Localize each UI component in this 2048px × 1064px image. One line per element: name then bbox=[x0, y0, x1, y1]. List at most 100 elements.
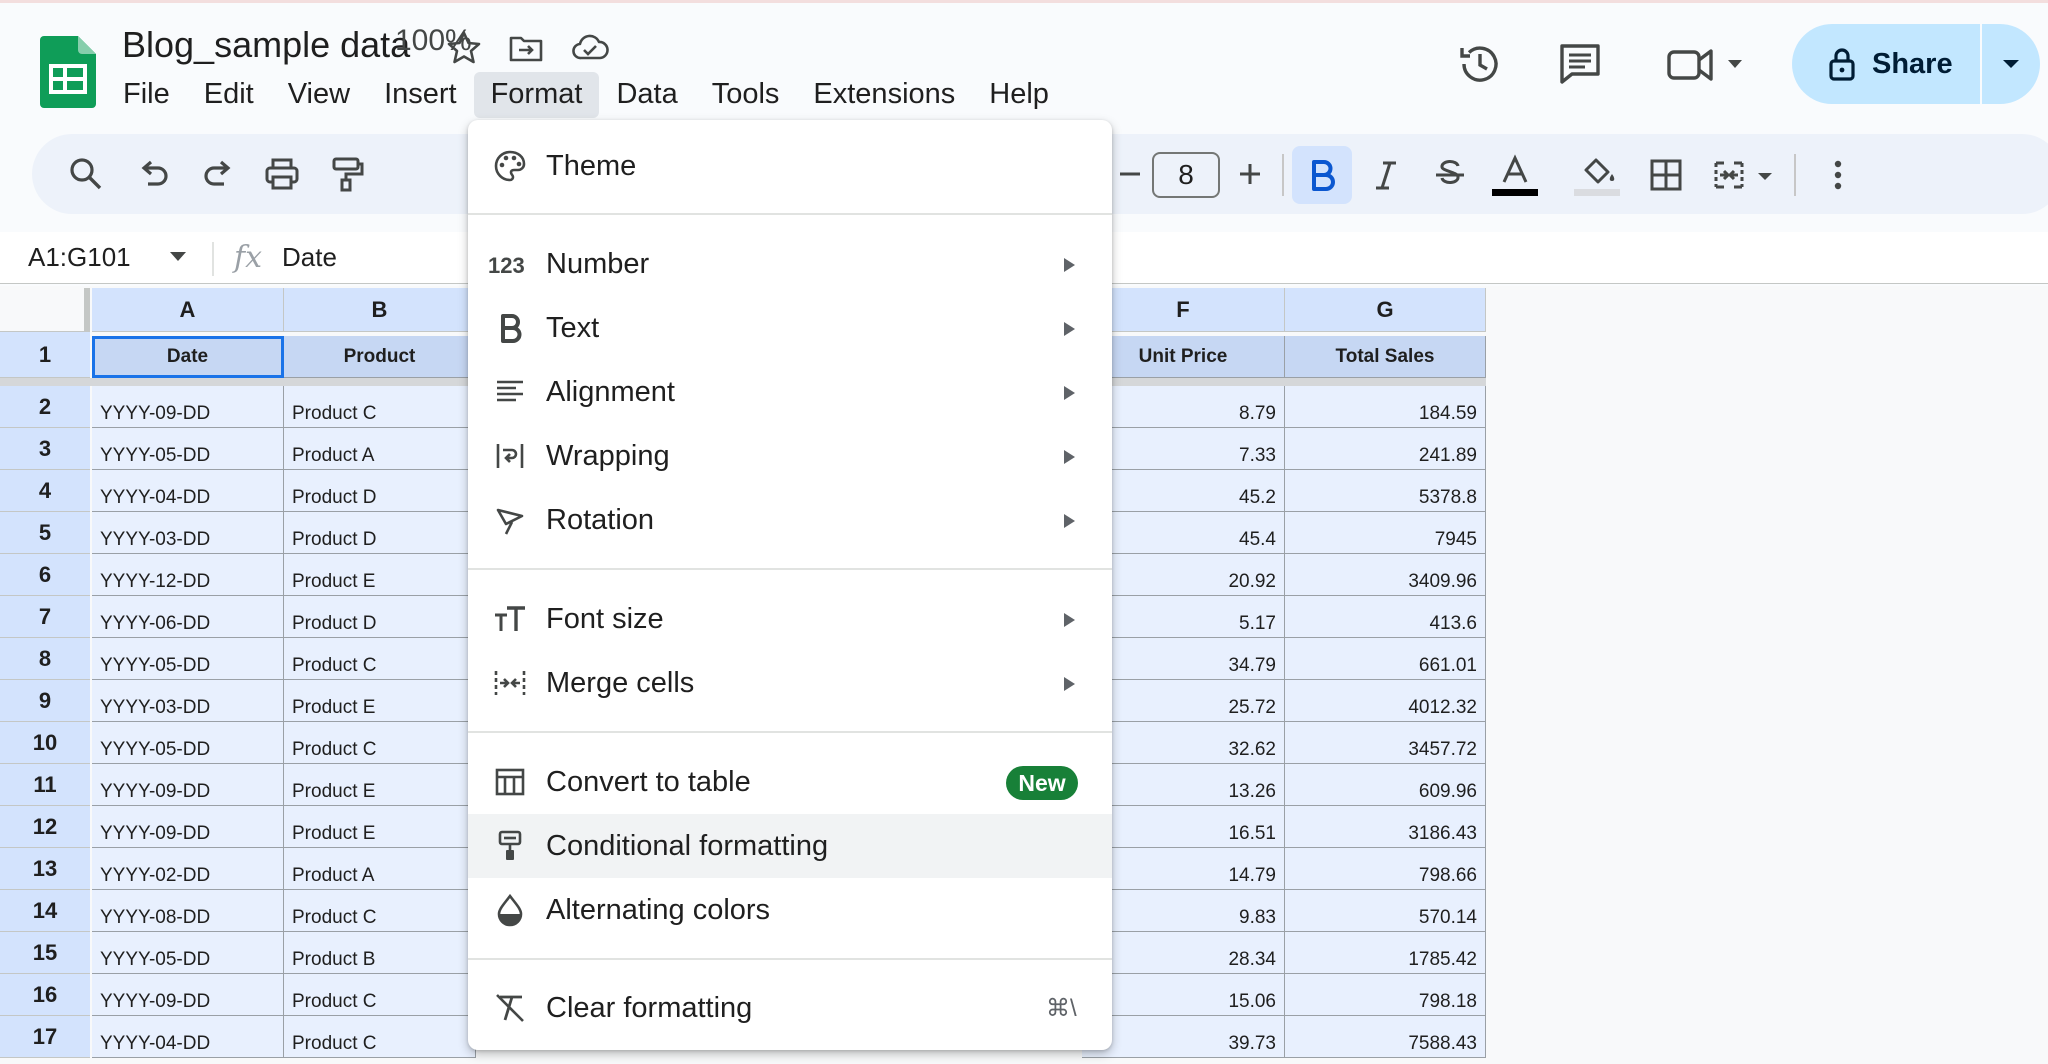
row-header[interactable]: 12 bbox=[0, 806, 90, 848]
cell-product[interactable]: Product E bbox=[284, 680, 476, 722]
cell-date[interactable]: YYYY-03-DD bbox=[92, 512, 284, 554]
row-header[interactable]: 11 bbox=[0, 764, 90, 806]
cell-product[interactable]: Product B bbox=[284, 932, 476, 974]
cell-date[interactable]: YYYY-04-DD bbox=[92, 1016, 284, 1058]
borders-icon[interactable] bbox=[1646, 155, 1686, 195]
row-header[interactable]: 2 bbox=[0, 386, 90, 428]
cell-date[interactable]: YYYY-09-DD bbox=[92, 764, 284, 806]
cell-unit-price[interactable]: 20.92 bbox=[1082, 554, 1285, 596]
row-header[interactable]: 10 bbox=[0, 722, 90, 764]
cell-product[interactable]: Product E bbox=[284, 806, 476, 848]
cell-total-sales[interactable]: 7945 bbox=[1285, 512, 1486, 554]
cell-date[interactable]: YYYY-09-DD bbox=[92, 386, 284, 428]
cell-total-sales[interactable]: 7588.43 bbox=[1285, 1016, 1486, 1058]
paint-format-icon[interactable] bbox=[326, 154, 366, 194]
cell-date[interactable]: YYYY-09-DD bbox=[92, 974, 284, 1016]
name-box-dropdown-icon[interactable] bbox=[170, 252, 186, 261]
menu-item-theme[interactable]: Theme bbox=[468, 134, 1112, 198]
menu-item-wrapping[interactable]: Wrapping bbox=[468, 424, 1112, 488]
search-icon[interactable] bbox=[66, 154, 106, 194]
undo-icon[interactable] bbox=[134, 154, 174, 194]
menu-item-conditional-formatting[interactable]: Conditional formatting bbox=[468, 814, 1112, 878]
cell-product[interactable]: Product A bbox=[284, 428, 476, 470]
row-header[interactable]: 5 bbox=[0, 512, 90, 554]
row-header[interactable]: 4 bbox=[0, 470, 90, 512]
row-header-1[interactable]: 1 bbox=[0, 332, 90, 378]
more-icon[interactable] bbox=[1818, 155, 1858, 195]
cell-unit-price[interactable]: 28.34 bbox=[1082, 932, 1285, 974]
font-size-input[interactable]: 8 bbox=[1152, 152, 1220, 198]
row-header[interactable]: 7 bbox=[0, 596, 90, 638]
cell-total-sales[interactable]: 184.59 bbox=[1285, 386, 1486, 428]
cell-product[interactable]: Product C bbox=[284, 890, 476, 932]
menu-item-font-size[interactable]: Font size bbox=[468, 587, 1112, 651]
redo-icon[interactable] bbox=[198, 154, 238, 194]
cell-product[interactable]: Product C bbox=[284, 638, 476, 680]
column-header-a[interactable]: A bbox=[92, 288, 284, 332]
header-cell-unit-price[interactable]: Unit Price bbox=[1082, 336, 1285, 378]
cell-unit-price[interactable]: 9.83 bbox=[1082, 890, 1285, 932]
italic-icon[interactable] bbox=[1366, 155, 1406, 195]
cell-total-sales[interactable]: 413.6 bbox=[1285, 596, 1486, 638]
menu-item-number[interactable]: 123 Number bbox=[468, 232, 1112, 296]
cell-unit-price[interactable]: 32.62 bbox=[1082, 722, 1285, 764]
cell-date[interactable]: YYYY-12-DD bbox=[92, 554, 284, 596]
menu-tools[interactable]: Tools bbox=[695, 72, 797, 118]
cell-total-sales[interactable]: 661.01 bbox=[1285, 638, 1486, 680]
increase-font-icon[interactable] bbox=[1230, 154, 1270, 194]
cell-total-sales[interactable]: 241.89 bbox=[1285, 428, 1486, 470]
menu-item-text[interactable]: Text bbox=[468, 296, 1112, 360]
cell-total-sales[interactable]: 3409.96 bbox=[1285, 554, 1486, 596]
cell-product[interactable]: Product E bbox=[284, 554, 476, 596]
cell-product[interactable]: Product E bbox=[284, 764, 476, 806]
cell-total-sales[interactable]: 3457.72 bbox=[1285, 722, 1486, 764]
cell-date[interactable]: YYYY-08-DD bbox=[92, 890, 284, 932]
column-header-f[interactable]: F bbox=[1082, 288, 1285, 332]
zoom-select[interactable]: 100% bbox=[395, 24, 472, 58]
cell-unit-price[interactable]: 13.26 bbox=[1082, 764, 1285, 806]
cell-total-sales[interactable]: 3186.43 bbox=[1285, 806, 1486, 848]
menu-extensions[interactable]: Extensions bbox=[796, 72, 972, 118]
share-button[interactable]: Share bbox=[1792, 24, 1980, 104]
name-box[interactable]: A1:G101 bbox=[28, 242, 131, 273]
row-header[interactable]: 6 bbox=[0, 554, 90, 596]
menu-format[interactable]: Format bbox=[473, 72, 600, 118]
move-folder-icon[interactable] bbox=[506, 28, 546, 68]
cell-unit-price[interactable]: 25.72 bbox=[1082, 680, 1285, 722]
formula-input[interactable]: Date bbox=[282, 242, 337, 273]
version-history-icon[interactable] bbox=[1454, 38, 1506, 90]
row-header[interactable]: 14 bbox=[0, 890, 90, 932]
cell-total-sales[interactable]: 1785.42 bbox=[1285, 932, 1486, 974]
row-header[interactable]: 16 bbox=[0, 974, 90, 1016]
cell-unit-price[interactable]: 34.79 bbox=[1082, 638, 1285, 680]
menu-item-merge-cells[interactable]: Merge cells bbox=[468, 651, 1112, 715]
cell-date[interactable]: YYYY-05-DD bbox=[92, 722, 284, 764]
menu-file[interactable]: File bbox=[106, 72, 187, 118]
cell-unit-price[interactable]: 5.17 bbox=[1082, 596, 1285, 638]
cell-unit-price[interactable]: 45.4 bbox=[1082, 512, 1285, 554]
meet-video-icon[interactable] bbox=[1664, 38, 1748, 90]
column-header-b[interactable]: B bbox=[284, 288, 476, 332]
cell-date[interactable]: YYYY-05-DD bbox=[92, 638, 284, 680]
menu-insert[interactable]: Insert bbox=[367, 72, 474, 118]
decrease-font-icon[interactable] bbox=[1110, 154, 1150, 194]
bold-icon[interactable] bbox=[1302, 155, 1342, 195]
cell-total-sales[interactable]: 5378.8 bbox=[1285, 470, 1486, 512]
cell-total-sales[interactable]: 798.66 bbox=[1285, 848, 1486, 890]
cell-date[interactable]: YYYY-03-DD bbox=[92, 680, 284, 722]
cell-product[interactable]: Product C bbox=[284, 386, 476, 428]
cell-product[interactable]: Product C bbox=[284, 974, 476, 1016]
cell-product[interactable]: Product C bbox=[284, 1016, 476, 1058]
menu-help[interactable]: Help bbox=[972, 72, 1066, 118]
row-header[interactable]: 9 bbox=[0, 680, 90, 722]
cell-product[interactable]: Product A bbox=[284, 848, 476, 890]
cell-date[interactable]: YYYY-05-DD bbox=[92, 428, 284, 470]
share-dropdown-button[interactable] bbox=[1982, 24, 2040, 104]
cell-unit-price[interactable]: 16.51 bbox=[1082, 806, 1285, 848]
row-header[interactable]: 8 bbox=[0, 638, 90, 680]
cell-unit-price[interactable]: 7.33 bbox=[1082, 428, 1285, 470]
cloud-saved-icon[interactable] bbox=[570, 28, 610, 68]
cell-product[interactable]: Product D bbox=[284, 596, 476, 638]
cell-date[interactable]: YYYY-02-DD bbox=[92, 848, 284, 890]
cell-date[interactable]: YYYY-06-DD bbox=[92, 596, 284, 638]
